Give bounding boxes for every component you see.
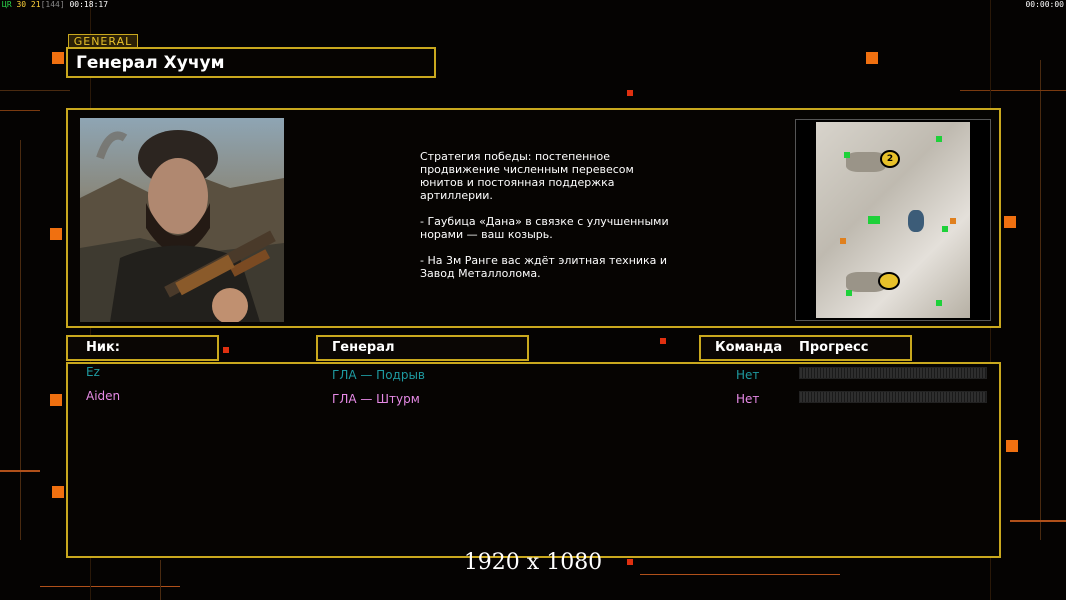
- general-description: Стратегия победы: постепенное продвижени…: [420, 150, 670, 280]
- bg-line: [0, 110, 40, 111]
- minimap-unit: [936, 136, 942, 142]
- minimap: 2: [795, 119, 991, 321]
- minimap-unit: [936, 300, 942, 306]
- general-name: Генерал Хучум: [76, 53, 225, 73]
- minimap-unit: [844, 152, 850, 158]
- minimap-unit: [840, 238, 846, 244]
- minimap-start-position-2: 2: [880, 150, 900, 168]
- minimap-terrain: 2: [816, 122, 970, 318]
- hud-bracket: [144]: [40, 0, 65, 9]
- minimap-water: [908, 210, 924, 232]
- player-team[interactable]: Нет: [736, 392, 759, 406]
- general-portrait: [80, 118, 284, 322]
- column-nick-label: Ник:: [86, 340, 121, 355]
- player-progress-bar: [799, 367, 987, 379]
- bg-square: [50, 394, 62, 406]
- column-header-general: Генерал: [316, 335, 529, 361]
- bg-line: [960, 90, 1066, 91]
- hud-time: 00:18:17: [69, 0, 109, 9]
- bg-line: [40, 586, 180, 587]
- hud-prefix: ЦR: [2, 0, 12, 9]
- minimap-unit: [846, 290, 852, 296]
- bg-line: [0, 90, 70, 91]
- bg-square: [627, 90, 633, 96]
- bg-square: [50, 228, 62, 240]
- bg-square: [1006, 440, 1018, 452]
- description-bullet-2: - На 3м Ранге вас ждёт элитная техника и…: [420, 254, 668, 280]
- minimap-unit: [942, 226, 948, 232]
- bg-square: [1004, 216, 1016, 228]
- bg-line: [1040, 60, 1041, 540]
- player-nick: Ez: [86, 365, 100, 379]
- description-bullet-1: - Гаубица «Дана» в связке с улучшенными …: [420, 215, 669, 241]
- bg-line: [1010, 520, 1066, 522]
- minimap-unit: [950, 218, 956, 224]
- hud-right-time: 00:00:00: [1025, 0, 1064, 9]
- hud-values: 30 21: [16, 0, 41, 9]
- player-general[interactable]: ГЛА — Подрыв: [332, 368, 425, 382]
- bg-square: [660, 338, 666, 344]
- column-general-label: Генерал: [332, 340, 395, 355]
- bg-square: [52, 52, 64, 64]
- column-header-team-progress: Команда Прогресс: [699, 335, 912, 361]
- player-progress-bar: [799, 391, 987, 403]
- hud-stats: ЦR 30 21[144] 00:18:17: [2, 0, 108, 9]
- general-tag: GENERAL: [68, 34, 138, 48]
- bg-square: [866, 52, 878, 64]
- player-team[interactable]: Нет: [736, 368, 759, 382]
- player-general[interactable]: ГЛА — Штурм: [332, 392, 420, 406]
- column-header-nick: Ник:: [66, 335, 219, 361]
- portrait-illustration: [80, 130, 284, 322]
- bg-line: [20, 140, 21, 540]
- bg-square: [223, 347, 229, 353]
- resolution-overlay: 1920 x 1080: [463, 550, 603, 575]
- minimap-start-position: [878, 272, 900, 290]
- player-nick: Aiden: [86, 389, 121, 403]
- bg-line: [0, 470, 40, 472]
- bg-square: [52, 486, 64, 498]
- general-name-panel: Генерал Хучум: [66, 47, 436, 78]
- minimap-unit: [868, 216, 880, 224]
- column-team-label: Команда: [715, 340, 783, 355]
- column-progress-label: Прогресс: [799, 340, 869, 355]
- start-position-number: 2: [886, 154, 894, 164]
- description-strategy: Стратегия победы: постепенное продвижени…: [420, 150, 634, 202]
- general-info-panel: Стратегия победы: постепенное продвижени…: [66, 108, 1001, 328]
